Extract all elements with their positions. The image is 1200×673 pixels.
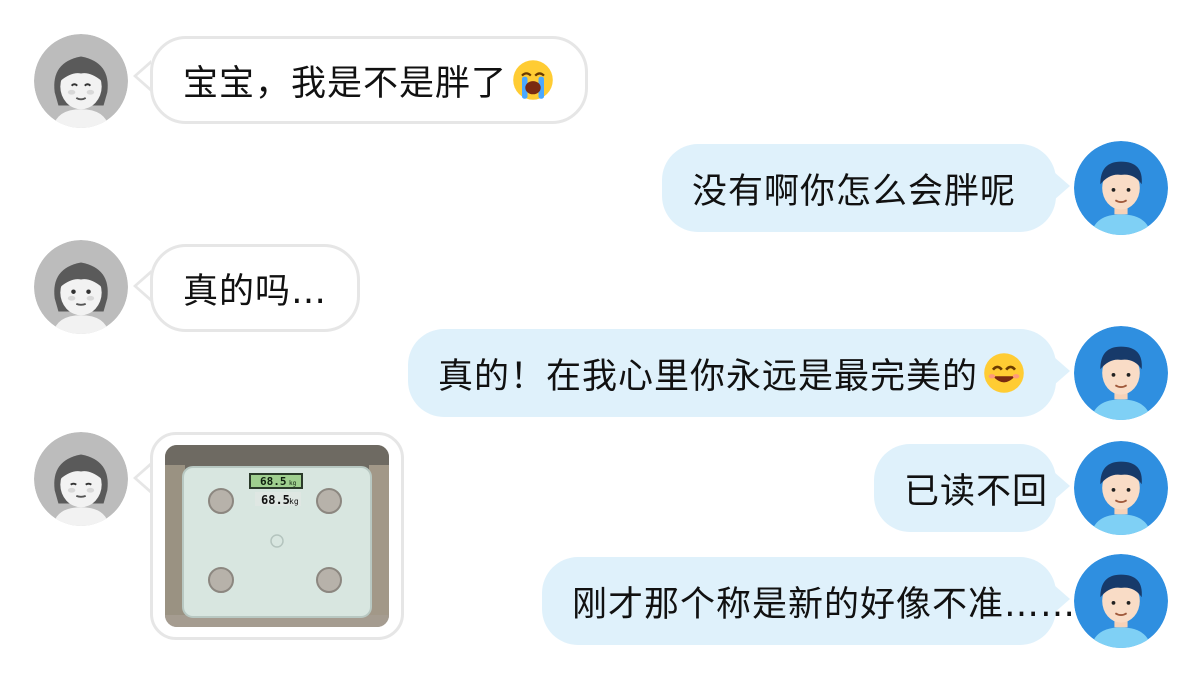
message-bubble-outgoing[interactable]: 刚才那个称是新的好像不准…… bbox=[542, 557, 1075, 645]
message-bubble-incoming[interactable]: 真的吗… bbox=[150, 244, 361, 332]
female-avatar-icon bbox=[34, 240, 128, 334]
smiling-face-icon bbox=[982, 351, 1026, 395]
message-text: 真的！在我心里你永远是最完美的 bbox=[438, 356, 979, 397]
scale-unit-top: kg bbox=[289, 480, 297, 487]
message-text: 已读不回 bbox=[904, 471, 1049, 512]
message-bubble-outgoing[interactable]: 已读不回 bbox=[874, 444, 1056, 532]
male-avatar-icon bbox=[1074, 441, 1168, 535]
male-avatar-icon bbox=[1074, 326, 1168, 420]
message-bubble-incoming[interactable]: 宝宝，我是不是胖了 bbox=[150, 36, 589, 124]
male-avatar-icon bbox=[1074, 554, 1168, 648]
male-avatar-icon bbox=[1074, 141, 1168, 235]
female-avatar-icon bbox=[34, 34, 128, 128]
scale-display-top: 68.5 bbox=[260, 475, 287, 488]
male-avatar[interactable] bbox=[1074, 326, 1168, 420]
message-text: 宝宝，我是不是胖了 bbox=[183, 63, 508, 104]
message-text: 没有啊你怎么会胖呢 bbox=[692, 171, 1017, 212]
female-avatar[interactable] bbox=[34, 240, 128, 334]
bubble-tail bbox=[1054, 357, 1070, 385]
loudly-crying-face-icon bbox=[511, 58, 555, 102]
image-message[interactable]: 68.5 kg 68.5 kg bbox=[150, 432, 404, 640]
female-avatar-icon bbox=[34, 432, 128, 526]
male-avatar[interactable] bbox=[1074, 554, 1168, 648]
bubble-tail bbox=[1054, 472, 1070, 500]
scale-unit-bottom: kg bbox=[289, 497, 299, 506]
message-bubble-outgoing[interactable]: 真的！在我心里你永远是最完美的 bbox=[408, 329, 1056, 417]
female-avatar[interactable] bbox=[34, 34, 128, 128]
message-text: 真的吗… bbox=[183, 271, 328, 312]
message-bubble-outgoing[interactable]: 没有啊你怎么会胖呢 bbox=[662, 144, 1056, 232]
male-avatar[interactable] bbox=[1074, 441, 1168, 535]
female-avatar[interactable] bbox=[34, 432, 128, 526]
male-avatar[interactable] bbox=[1074, 141, 1168, 235]
bathroom-scale-photo[interactable]: 68.5 kg 68.5 kg bbox=[165, 445, 389, 627]
bubble-tail bbox=[1054, 172, 1070, 200]
scale-display-bottom: 68.5 bbox=[261, 493, 290, 507]
message-text: 刚才那个称是新的好像不准…… bbox=[572, 584, 1077, 625]
